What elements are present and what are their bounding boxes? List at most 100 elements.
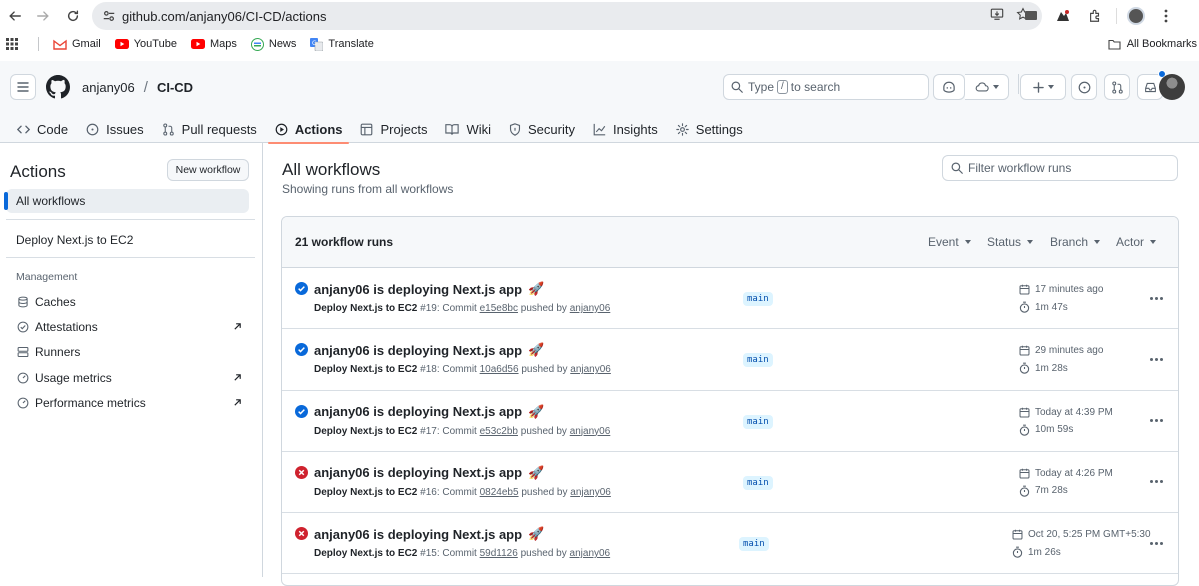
branch-badge[interactable]: main bbox=[743, 292, 773, 306]
run-timestamp: 17 minutes ago bbox=[1019, 284, 1103, 295]
actor-link[interactable]: anjany06 bbox=[570, 303, 611, 314]
meter-icon bbox=[16, 372, 29, 385]
commit-link[interactable]: e15e8bc bbox=[480, 303, 518, 314]
github-logo-icon[interactable] bbox=[46, 75, 70, 99]
tab-insights[interactable]: Insights bbox=[586, 111, 665, 143]
actor-link[interactable]: anjany06 bbox=[570, 426, 611, 437]
database-icon bbox=[16, 296, 29, 309]
tab-projects[interactable]: Projects bbox=[353, 111, 434, 143]
run-title-link[interactable]: anjany06 is deploying Next.js app 🚀 bbox=[314, 404, 544, 420]
filter-placeholder: Filter workflow runs bbox=[968, 161, 1072, 175]
actor-filter-dropdown[interactable]: Actor bbox=[1116, 235, 1157, 249]
sidebar-item-caches[interactable]: Caches bbox=[16, 293, 242, 311]
reload-button[interactable] bbox=[59, 2, 87, 30]
all-bookmarks[interactable]: All Bookmarks bbox=[1108, 38, 1197, 50]
copilot-button[interactable] bbox=[933, 74, 965, 100]
breadcrumb-owner[interactable]: anjany06 bbox=[82, 80, 135, 95]
actor-link[interactable]: anjany06 bbox=[570, 487, 611, 498]
copilot-dropdown-button[interactable] bbox=[965, 74, 1009, 100]
divider bbox=[6, 257, 255, 258]
workflow-run-row[interactable]: anjany06 is deploying Next.js app 🚀 Deplo… bbox=[282, 268, 1178, 330]
profile-avatar[interactable] bbox=[1127, 7, 1145, 25]
run-title-link[interactable]: anjany06 is deploying Next.js app 🚀 bbox=[314, 281, 544, 297]
install-app-icon[interactable] bbox=[990, 7, 1004, 26]
workflow-run-row[interactable]: anjany06 is deploying Next.js app 🚀 Deplo… bbox=[282, 329, 1178, 391]
pull-request-icon bbox=[1111, 80, 1123, 94]
pushed-by-text: pushed by bbox=[520, 303, 567, 314]
search-icon bbox=[951, 162, 963, 174]
actor-link[interactable]: anjany06 bbox=[570, 548, 611, 559]
hamburger-menu-button[interactable] bbox=[10, 74, 36, 100]
commit-link[interactable]: e53c2bb bbox=[480, 426, 518, 437]
run-options-kebab-icon[interactable] bbox=[1148, 474, 1164, 490]
tab-pull-requests[interactable]: Pull requests bbox=[155, 111, 264, 143]
breadcrumb-repo[interactable]: CI-CD bbox=[157, 80, 193, 95]
site-settings-icon[interactable] bbox=[96, 9, 122, 23]
workflow-run-row[interactable]: anjany06 is deploying Next.js app 🚀 Deplo… bbox=[282, 452, 1178, 514]
address-bar[interactable]: github.com/anjany06/CI-CD/actions bbox=[92, 2, 1042, 30]
back-button[interactable] bbox=[1, 2, 29, 30]
calendar-icon bbox=[1019, 284, 1030, 295]
success-check-icon bbox=[295, 404, 308, 418]
sidebar-item-all-workflows[interactable]: All workflows bbox=[4, 189, 249, 213]
forward-button[interactable] bbox=[29, 2, 57, 30]
user-avatar[interactable] bbox=[1159, 74, 1185, 100]
event-filter-dropdown[interactable]: Event bbox=[928, 235, 971, 249]
puzzle-icon[interactable] bbox=[1084, 5, 1106, 27]
cloud-icon bbox=[975, 82, 989, 92]
tab-wiki[interactable]: Wiki bbox=[438, 111, 498, 143]
url-text: github.com/anjany06/CI-CD/actions bbox=[122, 8, 327, 24]
bookmark-news[interactable]: News bbox=[250, 37, 296, 51]
tab-issues[interactable]: Issues bbox=[79, 111, 151, 143]
branch-filter-dropdown[interactable]: Branch bbox=[1050, 235, 1101, 249]
new-workflow-button[interactable]: New workflow bbox=[167, 159, 249, 181]
pull-requests-button[interactable] bbox=[1104, 74, 1130, 100]
commit-link[interactable]: 0824eb5 bbox=[480, 487, 519, 498]
branch-badge[interactable]: main bbox=[739, 537, 769, 552]
filter-workflow-runs-input[interactable]: Filter workflow runs bbox=[942, 155, 1178, 181]
run-options-kebab-icon[interactable] bbox=[1148, 413, 1164, 429]
commit-link[interactable]: 59d1126 bbox=[480, 548, 518, 559]
extension-icon[interactable] bbox=[1052, 5, 1074, 27]
sidebar-item-performance-metrics[interactable]: Performance metrics bbox=[16, 394, 242, 412]
apps-grid-icon[interactable] bbox=[6, 38, 18, 50]
run-title-link[interactable]: anjany06 is deploying Next.js app 🚀 bbox=[314, 342, 544, 358]
tab-actions[interactable]: Actions bbox=[267, 111, 350, 144]
run-timestamp: Today at 4:39 PM bbox=[1019, 407, 1113, 418]
all-bookmarks-label: All Bookmarks bbox=[1126, 38, 1197, 50]
issues-button[interactable] bbox=[1071, 74, 1097, 100]
branch-badge[interactable]: main bbox=[743, 475, 773, 490]
calendar-icon bbox=[1012, 529, 1023, 540]
run-title-link[interactable]: anjany06 is deploying Next.js app 🚀 bbox=[314, 465, 544, 481]
extension-icon[interactable] bbox=[1020, 5, 1042, 27]
run-options-kebab-icon[interactable] bbox=[1148, 290, 1164, 306]
workflow-run-row[interactable]: anjany06 is deploying Next.js app 🚀 Deplo… bbox=[282, 513, 1178, 575]
sidebar-item-workflow[interactable]: Deploy Next.js to EC2 bbox=[16, 233, 133, 247]
run-title-link[interactable]: anjany06 is deploying Next.js app 🚀 bbox=[314, 526, 544, 542]
global-search-input[interactable]: Type / to search bbox=[723, 74, 929, 100]
bookmark-maps[interactable]: Maps bbox=[190, 38, 237, 50]
branch-badge[interactable]: main bbox=[743, 353, 773, 368]
create-new-button[interactable] bbox=[1020, 74, 1066, 100]
status-filter-dropdown[interactable]: Status bbox=[987, 235, 1034, 249]
tab-code[interactable]: Code bbox=[10, 111, 75, 143]
sidebar-item-attestations[interactable]: Attestations bbox=[16, 318, 242, 336]
bookmark-translate[interactable]: G Translate bbox=[310, 37, 374, 51]
inbox-icon bbox=[1144, 82, 1156, 92]
run-duration-text: 1m 28s bbox=[1035, 362, 1068, 374]
actor-link[interactable]: anjany06 bbox=[570, 364, 611, 375]
run-options-kebab-icon[interactable] bbox=[1148, 535, 1164, 551]
menu-kebab-icon[interactable] bbox=[1155, 5, 1177, 27]
tab-settings[interactable]: Settings bbox=[669, 111, 750, 143]
branch-badge[interactable]: main bbox=[743, 414, 773, 429]
sidebar-item-runners[interactable]: Runners bbox=[16, 343, 242, 361]
sidebar-item-usage-metrics[interactable]: Usage metrics bbox=[16, 369, 242, 387]
youtube-icon bbox=[114, 39, 129, 49]
success-check-icon bbox=[295, 343, 308, 357]
bookmark-youtube[interactable]: YouTube bbox=[114, 38, 177, 50]
tab-security[interactable]: Security bbox=[502, 111, 582, 143]
workflow-run-row[interactable]: anjany06 is deploying Next.js app 🚀 Deplo… bbox=[282, 391, 1178, 452]
bookmark-gmail[interactable]: Gmail bbox=[53, 38, 101, 50]
run-options-kebab-icon[interactable] bbox=[1148, 351, 1164, 367]
commit-link[interactable]: 10a6d56 bbox=[480, 364, 519, 375]
